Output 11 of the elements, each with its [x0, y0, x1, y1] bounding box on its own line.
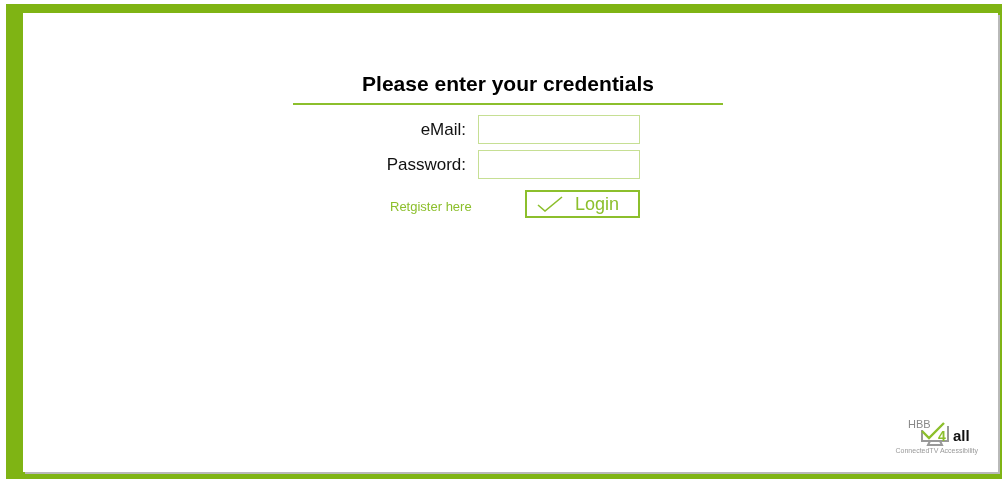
field-label: Password:: [385, 154, 467, 175]
form-title: Please enter your credentials: [361, 71, 655, 97]
login-button[interactable]: Login: [525, 190, 640, 218]
input-field[interactable]: [478, 115, 640, 144]
logo-word: all: [953, 427, 970, 444]
logo-digit: 4: [938, 428, 946, 444]
logo-text: HBB: [908, 418, 931, 430]
checkmark-icon: [537, 196, 563, 212]
register-link[interactable]: Retgister here: [390, 198, 525, 214]
field-label: eMail:: [419, 119, 467, 140]
input-field[interactable]: [478, 150, 640, 179]
